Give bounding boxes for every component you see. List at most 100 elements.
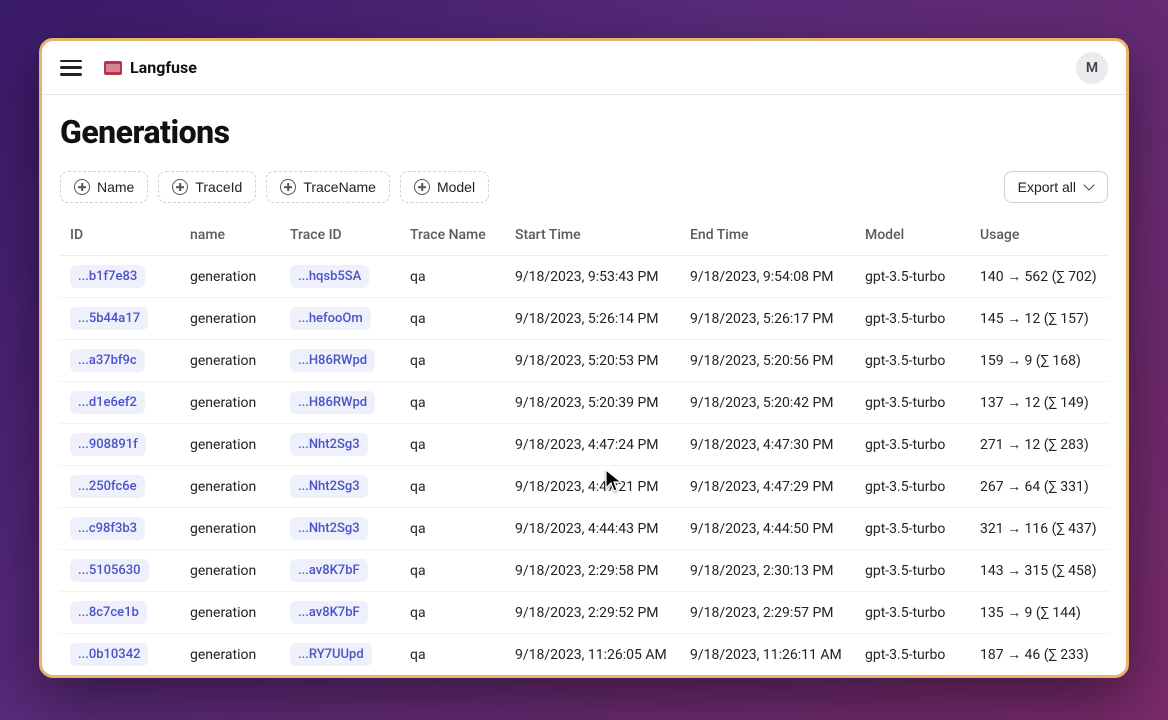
cell-usage: 143 → 315 (∑ 458) (970, 550, 1108, 592)
id-chip[interactable]: ...0b10342 (70, 643, 148, 666)
table-row[interactable]: ...0b10342generation...RY7UUpdqa9/18/202… (60, 634, 1108, 676)
cell-usage: 137 → 12 (∑ 149) (970, 382, 1108, 424)
table-row[interactable]: ...8c7ce1bgeneration...av8K7bFqa9/18/202… (60, 592, 1108, 634)
cell-start: 9/18/2023, 4:47:24 PM (505, 424, 680, 466)
id-chip[interactable]: ...5b44a17 (70, 307, 148, 330)
cell-start: 9/18/2023, 2:29:52 PM (505, 592, 680, 634)
cell-usage: 271 → 12 (∑ 283) (970, 424, 1108, 466)
id-chip[interactable]: ...d1e6ef2 (70, 391, 145, 414)
col-trace-name[interactable]: Trace Name (400, 215, 505, 256)
cell-usage: 321 → 116 (∑ 437) (970, 508, 1108, 550)
export-all-button[interactable]: Export all (1004, 171, 1108, 203)
table-header-row: ID name Trace ID Trace Name Start Time E… (60, 215, 1108, 256)
cell-model: gpt-3.5-turbo (855, 592, 970, 634)
table-row[interactable]: ...a37bf9cgeneration...H86RWpdqa9/18/202… (60, 340, 1108, 382)
cell-start: 9/18/2023, 11:26:05 AM (505, 634, 680, 676)
table-row[interactable]: ...5b44a17generation...hefooOmqa9/18/202… (60, 298, 1108, 340)
col-model[interactable]: Model (855, 215, 970, 256)
cell-trace-name: qa (400, 340, 505, 382)
brand[interactable]: Langfuse (104, 58, 197, 77)
table-row[interactable]: ...908891fgeneration...Nht2Sg3qa9/18/202… (60, 424, 1108, 466)
table-wrap: ID name Trace ID Trace Name Start Time E… (60, 215, 1108, 675)
avatar[interactable]: M (1076, 52, 1108, 84)
app-window: Langfuse M Generations Name TraceId Trac… (39, 38, 1129, 678)
trace-id-chip[interactable]: ...Nht2Sg3 (290, 517, 368, 540)
filter-label: TraceId (195, 179, 242, 195)
cell-usage: 187 → 46 (∑ 233) (970, 634, 1108, 676)
table-row[interactable]: ...5105630generation...av8K7bFqa9/18/202… (60, 550, 1108, 592)
content: Generations Name TraceId TraceName Model… (42, 95, 1126, 675)
trace-id-chip[interactable]: ...Nht2Sg3 (290, 475, 368, 498)
cell-end: 9/18/2023, 2:30:13 PM (680, 550, 855, 592)
table-row[interactable]: ...b1f7e83generation...hqsb5SAqa9/18/202… (60, 256, 1108, 298)
id-chip[interactable]: ...a37bf9c (70, 349, 145, 372)
avatar-initial: M (1086, 60, 1098, 76)
cell-name: generation (180, 298, 280, 340)
cell-name: generation (180, 634, 280, 676)
cell-name: generation (180, 424, 280, 466)
chevron-down-icon (1084, 182, 1094, 192)
filter-traceid[interactable]: TraceId (158, 171, 256, 203)
cell-usage: 135 → 9 (∑ 144) (970, 592, 1108, 634)
cell-start: 9/18/2023, 2:29:58 PM (505, 550, 680, 592)
cell-trace-name: qa (400, 382, 505, 424)
col-name[interactable]: name (180, 215, 280, 256)
table-row[interactable]: ...d1e6ef2generation...H86RWpdqa9/18/202… (60, 382, 1108, 424)
cell-end: 9/18/2023, 5:26:17 PM (680, 298, 855, 340)
table-row[interactable]: ...250fc6egeneration...Nht2Sg3qa9/18/202… (60, 466, 1108, 508)
cell-model: gpt-3.5-turbo (855, 634, 970, 676)
trace-id-chip[interactable]: ...hefooOm (290, 307, 371, 330)
filter-model[interactable]: Model (400, 171, 489, 203)
col-trace-id[interactable]: Trace ID (280, 215, 400, 256)
id-chip[interactable]: ...908891f (70, 433, 146, 456)
topbar: Langfuse M (42, 41, 1126, 95)
col-usage[interactable]: Usage (970, 215, 1108, 256)
cell-end: 9/18/2023, 11:26:11 AM (680, 634, 855, 676)
col-start[interactable]: Start Time (505, 215, 680, 256)
cell-end: 9/18/2023, 4:47:30 PM (680, 424, 855, 466)
id-chip[interactable]: ...250fc6e (70, 475, 145, 498)
generations-table: ID name Trace ID Trace Name Start Time E… (60, 215, 1108, 675)
plus-circle-icon (172, 179, 188, 195)
cell-usage: 267 → 64 (∑ 331) (970, 466, 1108, 508)
id-chip[interactable]: ...b1f7e83 (70, 265, 145, 288)
table-row[interactable]: ...c98f3b3generation...Nht2Sg3qa9/18/202… (60, 508, 1108, 550)
cell-usage: 140 → 562 (∑ 702) (970, 256, 1108, 298)
menu-icon[interactable] (60, 60, 82, 76)
id-chip[interactable]: ...8c7ce1b (70, 601, 147, 624)
trace-id-chip[interactable]: ...RY7UUpd (290, 643, 372, 666)
id-chip[interactable]: ...5105630 (70, 559, 149, 582)
cell-trace-name: qa (400, 550, 505, 592)
cell-model: gpt-3.5-turbo (855, 508, 970, 550)
export-label: Export all (1018, 179, 1076, 195)
col-end[interactable]: End Time (680, 215, 855, 256)
cell-trace-name: qa (400, 466, 505, 508)
cell-start: 9/18/2023, 4:47:21 PM (505, 466, 680, 508)
plus-circle-icon (74, 179, 90, 195)
trace-id-chip[interactable]: ...H86RWpd (290, 391, 375, 414)
id-chip[interactable]: ...c98f3b3 (70, 517, 145, 540)
cell-name: generation (180, 508, 280, 550)
col-id[interactable]: ID (60, 215, 180, 256)
cell-start: 9/18/2023, 4:44:43 PM (505, 508, 680, 550)
filter-tracename[interactable]: TraceName (266, 171, 390, 203)
trace-id-chip[interactable]: ...av8K7bF (290, 559, 368, 582)
filter-name[interactable]: Name (60, 171, 148, 203)
filter-row: Name TraceId TraceName Model Export all (60, 171, 1108, 203)
cell-model: gpt-3.5-turbo (855, 256, 970, 298)
cell-end: 9/18/2023, 2:29:57 PM (680, 592, 855, 634)
trace-id-chip[interactable]: ...Nht2Sg3 (290, 433, 368, 456)
trace-id-chip[interactable]: ...H86RWpd (290, 349, 375, 372)
window-edge-dots (1128, 93, 1129, 108)
brand-logo-icon (104, 61, 122, 75)
cell-usage: 145 → 12 (∑ 157) (970, 298, 1108, 340)
cell-start: 9/18/2023, 9:53:43 PM (505, 256, 680, 298)
cell-name: generation (180, 340, 280, 382)
cell-model: gpt-3.5-turbo (855, 340, 970, 382)
cell-usage: 159 → 9 (∑ 168) (970, 340, 1108, 382)
cell-start: 9/18/2023, 5:20:39 PM (505, 382, 680, 424)
trace-id-chip[interactable]: ...av8K7bF (290, 601, 368, 624)
trace-id-chip[interactable]: ...hqsb5SA (290, 265, 369, 288)
cell-end: 9/18/2023, 4:47:29 PM (680, 466, 855, 508)
filter-label: TraceName (303, 179, 376, 195)
